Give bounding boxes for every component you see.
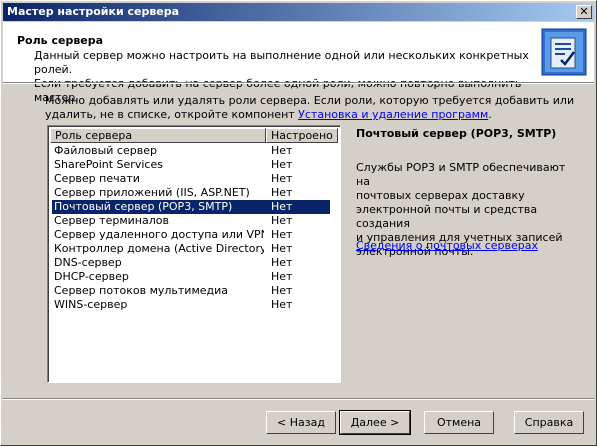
role-configured-status: Нет bbox=[271, 298, 293, 311]
role-configured-status: Нет bbox=[271, 270, 293, 283]
window-title: Мастер настройки сервера bbox=[7, 5, 180, 18]
role-name: SharePoint Services bbox=[54, 158, 163, 171]
role-configured-status: Нет bbox=[271, 200, 293, 213]
role-name: WINS-сервер bbox=[54, 298, 128, 311]
column-header-role[interactable]: Роль сервера bbox=[50, 128, 266, 143]
wizard-header: Роль сервера Данный сервер можно настрои… bbox=[3, 22, 594, 104]
wizard-window: Мастер настройки сервера ✕ Роль сервера … bbox=[0, 0, 597, 446]
role-name: DNS-сервер bbox=[54, 256, 122, 269]
close-icon: ✕ bbox=[579, 5, 589, 18]
list-item[interactable]: DHCP-сервер Нет bbox=[50, 270, 338, 284]
role-configured-status: Нет bbox=[271, 144, 293, 157]
role-configured-status: Нет bbox=[271, 284, 293, 297]
cancel-button[interactable]: Отмена bbox=[424, 411, 494, 434]
list-item[interactable]: Контроллер домена (Active Directory) Нет bbox=[50, 242, 338, 256]
list-item[interactable]: Файловый сервер Нет bbox=[50, 144, 338, 158]
role-configured-status: Нет bbox=[271, 158, 293, 171]
list-item[interactable]: Сервер удаленного доступа или VPN-с... Не… bbox=[50, 228, 338, 242]
list-header: Роль сервера Настроено bbox=[50, 128, 338, 143]
list-rows: Файловый сервер Нет SharePoint Services Нет… bbox=[50, 144, 338, 312]
list-item[interactable]: Почтовый сервер (POP3, SMTP) Нет bbox=[50, 200, 338, 214]
footer-divider-highlight bbox=[3, 399, 594, 400]
list-item[interactable]: Сервер печати Нет bbox=[50, 172, 338, 186]
wizard-server-icon bbox=[541, 28, 587, 76]
role-configured-status: Нет bbox=[271, 214, 293, 227]
role-name: Сервер терминалов bbox=[54, 214, 169, 227]
list-item[interactable]: Сервер терминалов Нет bbox=[50, 214, 338, 228]
close-button[interactable]: ✕ bbox=[576, 5, 592, 19]
server-roles-list[interactable]: Роль сервера Настроено Файловый сервер Не… bbox=[47, 125, 341, 383]
role-name: Контроллер домена (Active Directory) bbox=[54, 242, 264, 255]
role-configured-status: Нет bbox=[271, 228, 293, 241]
list-item[interactable]: SharePoint Services Нет bbox=[50, 158, 338, 172]
mail-server-info-link[interactable]: Сведения о почтовых серверах bbox=[356, 239, 538, 252]
next-button[interactable]: Далее > bbox=[339, 410, 411, 435]
role-name: Файловый сервер bbox=[54, 144, 157, 157]
list-item[interactable]: Сервер приложений (IIS, ASP.NET) Нет bbox=[50, 186, 338, 200]
role-configured-status: Нет bbox=[271, 172, 293, 185]
role-name: Сервер приложений (IIS, ASP.NET) bbox=[54, 186, 250, 199]
role-name: Сервер печати bbox=[54, 172, 140, 185]
add-remove-programs-link[interactable]: Установка и удаление программ bbox=[298, 108, 488, 121]
role-configured-status: Нет bbox=[271, 186, 293, 199]
intro-suffix: . bbox=[488, 108, 492, 121]
column-header-configured[interactable]: Настроено bbox=[266, 128, 338, 143]
intro-text: Можно добавлять или удалять роли сервера… bbox=[45, 94, 575, 122]
role-name: DHCP-сервер bbox=[54, 270, 129, 283]
help-button[interactable]: Справка bbox=[514, 411, 584, 434]
back-button[interactable]: < Назад bbox=[266, 411, 336, 434]
list-item[interactable]: WINS-сервер Нет bbox=[50, 298, 338, 312]
role-name: Сервер удаленного доступа или VPN-с... bbox=[54, 228, 264, 241]
list-item[interactable]: Сервер потоков мультимедиа Нет bbox=[50, 284, 338, 298]
role-configured-status: Нет bbox=[271, 256, 293, 269]
role-name: Сервер потоков мультимедиа bbox=[54, 284, 229, 297]
title-bar[interactable]: Мастер настройки сервера ✕ bbox=[3, 3, 594, 21]
page-title: Роль сервера bbox=[17, 34, 104, 47]
list-item[interactable]: DNS-сервер Нет bbox=[50, 256, 338, 270]
detail-title: Почтовый сервер (POP3, SMTP) bbox=[356, 127, 557, 140]
role-configured-status: Нет bbox=[271, 242, 293, 255]
header-divider-highlight bbox=[3, 83, 594, 84]
